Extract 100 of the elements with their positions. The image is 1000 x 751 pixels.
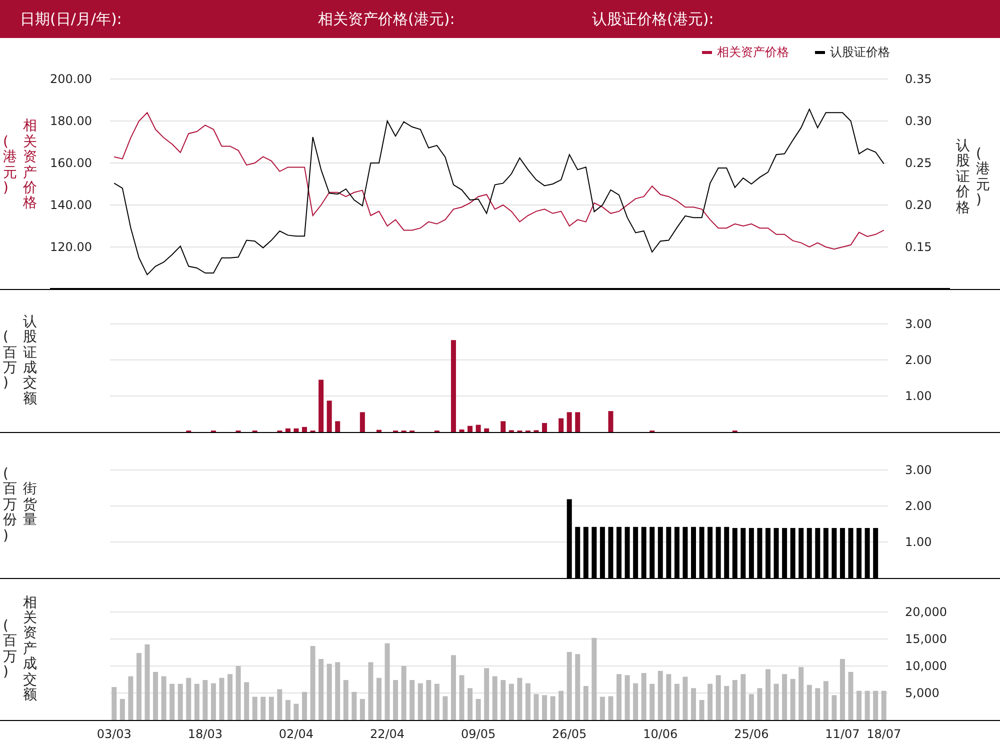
x-tick-label: 11/07 (825, 727, 860, 741)
bar (219, 678, 224, 720)
bar (840, 658, 845, 720)
bar (575, 412, 580, 432)
x-tick-label: 25/06 (734, 727, 769, 741)
bar (542, 695, 548, 720)
bar (120, 698, 125, 720)
bar (815, 688, 820, 720)
bar (318, 658, 324, 720)
bar (302, 426, 307, 432)
bar (468, 426, 473, 432)
bar (508, 684, 514, 720)
bar (476, 424, 481, 432)
bar (708, 684, 713, 720)
bar (343, 680, 348, 720)
bar (352, 692, 357, 720)
bar (459, 675, 464, 720)
axis-title: 相关资产成交额 (23, 596, 37, 704)
bar (740, 674, 746, 720)
axis-title: 相关资产价格 (23, 119, 37, 212)
x-tick-label: 18/07 (866, 727, 902, 741)
x-tick-label: 18/03 (188, 727, 222, 741)
bar (202, 680, 208, 720)
axis-title: 街货量 (23, 482, 37, 529)
bar (682, 676, 688, 720)
bar (277, 689, 282, 720)
header-label: 认股证价格(港元): (592, 10, 714, 28)
bar (848, 672, 854, 720)
axis-unit: (百万份) (3, 467, 17, 544)
bar (252, 696, 258, 720)
bar (766, 669, 770, 720)
bar (823, 681, 828, 720)
bar (484, 428, 490, 432)
bar (393, 680, 398, 720)
tick-label: 20,000 (905, 604, 947, 619)
bar (285, 428, 290, 432)
tick-label: 0.15 (905, 240, 932, 254)
bar (774, 684, 779, 720)
axis-title: 认股证成交额 (23, 314, 37, 408)
bar (881, 690, 886, 720)
bar (500, 680, 506, 720)
axis-unit: (港元) (976, 146, 990, 208)
bar (360, 412, 365, 432)
bar (616, 674, 622, 720)
bar (285, 700, 290, 720)
bar (476, 698, 481, 720)
bar (633, 683, 638, 720)
bar (542, 423, 548, 432)
bar (550, 696, 556, 720)
bar (326, 400, 332, 432)
tick-label: 0.35 (905, 72, 932, 86)
bar (856, 690, 862, 720)
bar (294, 704, 299, 720)
bar (178, 684, 183, 720)
bar (442, 696, 448, 720)
bar (418, 683, 423, 720)
bar (517, 678, 522, 720)
x-tick-label: 02/04 (278, 727, 314, 741)
x-tick-label: 10/06 (643, 727, 678, 741)
bar (806, 684, 812, 720)
bar (575, 654, 580, 720)
bar (368, 662, 374, 720)
bar (658, 670, 663, 720)
bar (450, 655, 456, 720)
bar (434, 684, 440, 720)
bar (757, 688, 762, 720)
bar (873, 690, 878, 720)
bar (161, 676, 166, 720)
header-label: 日期(日/月/年): (20, 10, 123, 28)
bar (666, 674, 672, 720)
axis-unit: (百万) (3, 330, 17, 392)
bar (326, 664, 332, 720)
axis-unit: (百万) (3, 618, 17, 680)
bar (558, 418, 564, 432)
bar (136, 653, 142, 720)
tick-label: 0.30 (905, 114, 932, 128)
bar (360, 698, 365, 720)
bar (318, 380, 324, 432)
bar (608, 411, 614, 432)
axis-title: 认股证价格 (956, 139, 970, 216)
bar (724, 686, 730, 720)
axis-unit: (港元) (3, 134, 17, 196)
bar (624, 675, 630, 720)
tick-label: 2.00 (905, 352, 932, 367)
bar (583, 686, 588, 720)
bar (525, 683, 530, 720)
tick-label: 140.00 (50, 198, 92, 212)
tick-label: 200.00 (50, 72, 92, 86)
bar (748, 694, 754, 720)
bar (236, 666, 241, 720)
bar (798, 667, 804, 720)
bar (608, 696, 614, 720)
legend-label: 相关资产价格 (717, 44, 789, 60)
bar (335, 421, 340, 432)
bar (500, 421, 506, 432)
bar (691, 688, 696, 720)
x-tick-label: 26/05 (552, 727, 587, 741)
header-label: 相关资产价格(港元): (318, 10, 456, 28)
bar (864, 690, 870, 720)
tick-label: 0.25 (905, 156, 932, 170)
